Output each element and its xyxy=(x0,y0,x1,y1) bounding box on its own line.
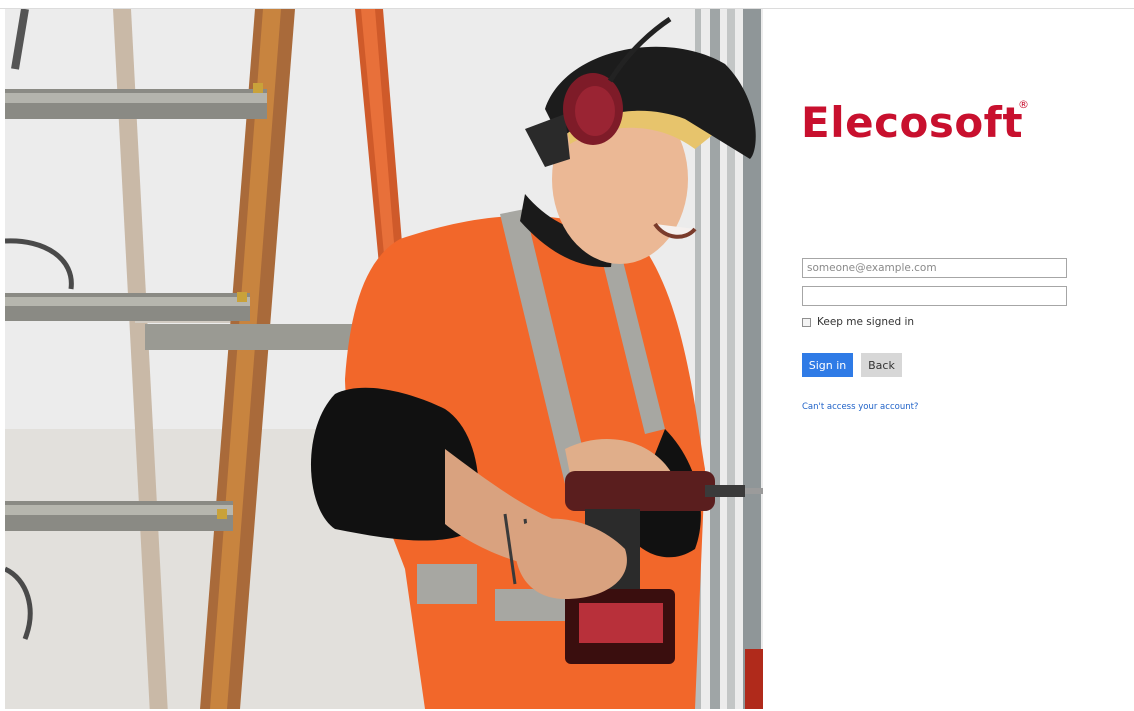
keep-signed-in-row[interactable]: Keep me signed in xyxy=(802,315,914,329)
registered-mark: ® xyxy=(1018,98,1029,111)
sign-in-button[interactable]: Sign in xyxy=(802,353,853,377)
keep-signed-in-label: Keep me signed in xyxy=(817,316,915,328)
hero-photo xyxy=(5,9,763,709)
login-page: Elecosoft ® Keep me signed in Sign in Ba… xyxy=(0,0,1134,711)
elecosoft-logo: Elecosoft xyxy=(801,98,1024,147)
back-button[interactable]: Back xyxy=(861,353,902,377)
email-field[interactable] xyxy=(802,258,1067,278)
worker-photo-icon xyxy=(5,9,763,709)
password-field[interactable] xyxy=(802,286,1067,306)
cant-access-account-link[interactable]: Can't access your account? xyxy=(802,402,918,412)
keep-signed-in-checkbox[interactable] xyxy=(802,317,811,327)
